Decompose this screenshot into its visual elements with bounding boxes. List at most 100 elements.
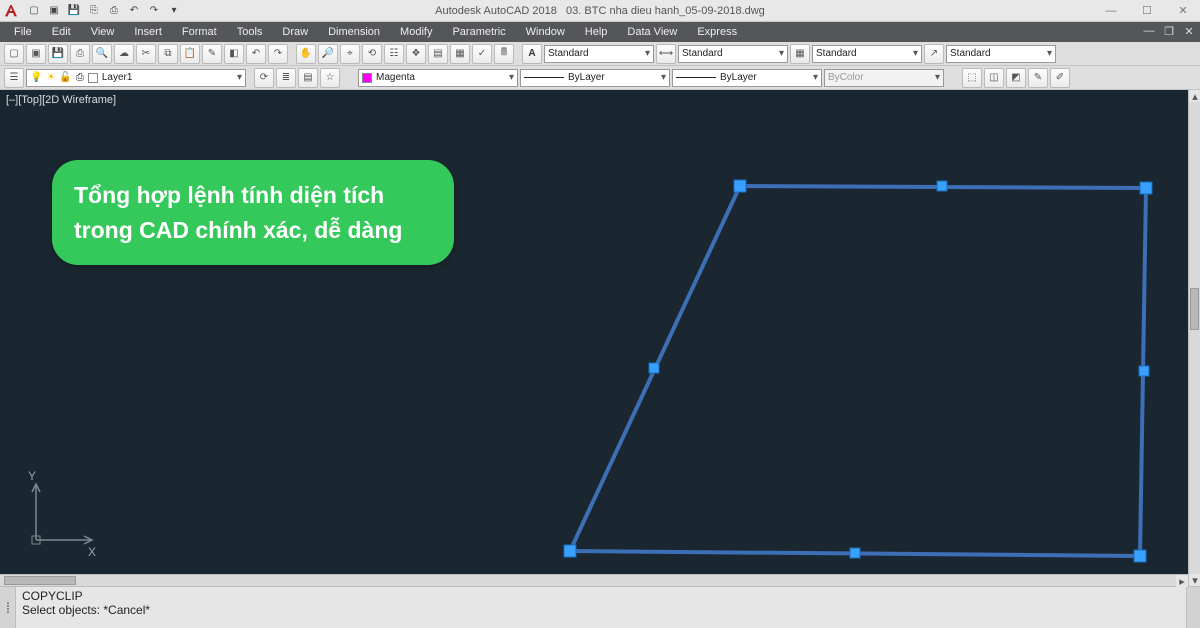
linetype-value: ByLayer [568,72,605,83]
title-bar: ▢ ▣ 💾 ⎘ ⎙ ↶ ↷ ▾ Autodesk AutoCAD 2018 03… [0,0,1200,22]
tool-zoomprev-icon[interactable]: ⟲ [362,44,382,64]
tool-markup-icon[interactable]: ✓ [472,44,492,64]
menu-parametric[interactable]: Parametric [442,22,515,42]
layer-state-icon[interactable]: ▤ [298,68,318,88]
tool-zoomwin-icon[interactable]: ⌖ [340,44,360,64]
ucs-icon: Y X [28,470,108,560]
tool-zoom-icon[interactable]: 🔎 [318,44,338,64]
scroll-down-icon[interactable]: ▾ [1189,574,1200,586]
tool-new-icon[interactable]: ▢ [4,44,24,64]
close-button[interactable]: ✕ [1166,1,1200,21]
menu-view[interactable]: View [81,22,125,42]
menu-format[interactable]: Format [172,22,227,42]
menu-draw[interactable]: Draw [272,22,318,42]
tool-undo-icon[interactable]: ↶ [246,44,266,64]
tool-publish-icon[interactable]: ☁ [114,44,134,64]
drawing-area-wrapper: [–][Top][2D Wireframe] polyline-selectio… [0,90,1200,586]
tool-properties-icon[interactable]: ☷ [384,44,404,64]
text-style-combo[interactable]: Standard▾ [544,45,654,63]
dim-style-button[interactable]: ⟷ [656,44,676,64]
plot-icon: ⎙ [76,72,84,83]
horizontal-scrollbar[interactable]: ▸ [0,574,1188,586]
menu-dataview[interactable]: Data View [617,22,687,42]
layer-iso-icon[interactable]: ☆ [320,68,340,88]
menu-express[interactable]: Express [687,22,747,42]
color-combo[interactable]: Magenta ▾ [358,69,518,87]
tool-print-icon[interactable]: ⎙ [70,44,90,64]
tool-calc-icon[interactable]: 🖩 [494,44,514,64]
toolbar-row-2: ☰ 💡 ☀ 🔓 ⎙ Layer1 ▾ ⟳ ≣ ▤ ☆ Magenta ▾ ByL… [0,66,1200,90]
command-scrollbar[interactable] [1186,587,1200,628]
menu-dimension[interactable]: Dimension [318,22,390,42]
plotstyle-combo[interactable]: ByColor ▾ [824,69,944,87]
color-swatch-icon [362,73,372,83]
menu-file[interactable]: File [4,22,42,42]
tool-pan-icon[interactable]: ✋ [296,44,316,64]
menu-insert[interactable]: Insert [124,22,172,42]
doc-minimize-icon[interactable]: — [1140,22,1158,40]
open-icon[interactable]: ▣ [46,3,62,19]
linetype-combo[interactable]: ByLayer ▾ [520,69,670,87]
qat-dropdown-icon[interactable]: ▾ [166,3,182,19]
tool-save-icon[interactable]: 💾 [48,44,68,64]
tool-block-icon[interactable]: ◧ [224,44,244,64]
tool-sheet-icon[interactable]: ▦ [450,44,470,64]
lock-icon: 🔓 [59,72,71,83]
edit-block-icon[interactable]: ◩ [1006,68,1026,88]
layer-name-value: Layer1 [102,72,133,83]
vertical-scrollbar[interactable]: ▴ ▾ [1188,90,1200,586]
selected-polyline[interactable]: polyline-selection-grips [530,176,1180,596]
lineweight-combo[interactable]: ByLayer ▾ [672,69,822,87]
dim-style-combo[interactable]: Standard▾ [678,45,788,63]
undo-icon[interactable]: ↶ [126,3,142,19]
table-style-button[interactable]: ▦ [790,44,810,64]
scroll-up-icon[interactable]: ▴ [1189,90,1200,102]
doc-restore-icon[interactable]: ❐ [1160,22,1178,40]
scroll-right-icon[interactable]: ▸ [1176,575,1188,587]
tool-match-icon[interactable]: ✎ [202,44,222,64]
drawing-canvas[interactable]: [–][Top][2D Wireframe] polyline-selectio… [0,90,1200,586]
dim-style-value: Standard [682,48,723,59]
menu-modify[interactable]: Modify [390,22,442,42]
menu-window[interactable]: Window [516,22,575,42]
doc-close-icon[interactable]: ✕ [1180,22,1198,40]
tool-copy-icon[interactable]: ⧉ [158,44,178,64]
vscroll-thumb[interactable] [1190,288,1199,330]
tool-open-icon[interactable]: ▣ [26,44,46,64]
layer-combo[interactable]: 💡 ☀ 🔓 ⎙ Layer1 ▾ [26,69,246,87]
menu-bar: File Edit View Insert Format Tools Draw … [0,22,1200,42]
edit-attr-icon[interactable]: ✎ [1028,68,1048,88]
minimize-button[interactable]: — [1094,1,1128,21]
command-handle-icon[interactable] [0,587,16,628]
mleader-style-value: Standard [950,48,991,59]
tool-preview-icon[interactable]: 🔍 [92,44,112,64]
tool-redo-icon[interactable]: ↷ [268,44,288,64]
toolbar-row-1: ▢ ▣ 💾 ⎙ 🔍 ☁ ✂ ⧉ 📋 ✎ ◧ ↶ ↷ ✋ 🔎 ⌖ ⟲ ☷ ❖ ▤ … [0,42,1200,66]
tool-designcenter-icon[interactable]: ❖ [406,44,426,64]
maximize-button[interactable]: ☐ [1130,1,1164,21]
hscroll-thumb[interactable] [4,576,76,585]
saveas-icon[interactable]: ⎘ [86,3,102,19]
single-attr-icon[interactable]: ✐ [1050,68,1070,88]
table-style-combo[interactable]: Standard▾ [812,45,922,63]
redo-icon[interactable]: ↷ [146,3,162,19]
layer-match-icon[interactable]: ≣ [276,68,296,88]
menu-edit[interactable]: Edit [42,22,81,42]
mleader-style-button[interactable]: ↗ [924,44,944,64]
menu-tools[interactable]: Tools [227,22,273,42]
save-icon[interactable]: 💾 [66,3,82,19]
view-label[interactable]: [–][Top][2D Wireframe] [6,94,116,106]
mleader-style-combo[interactable]: Standard▾ [946,45,1056,63]
new-icon[interactable]: ▢ [26,3,42,19]
print-icon[interactable]: ⎙ [106,3,122,19]
tool-cut-icon[interactable]: ✂ [136,44,156,64]
tool-paste-icon[interactable]: 📋 [180,44,200,64]
create-block-icon[interactable]: ◫ [984,68,1004,88]
lineweight-preview-icon [676,77,716,78]
layer-previous-icon[interactable]: ⟳ [254,68,274,88]
insert-block-icon[interactable]: ⬚ [962,68,982,88]
text-style-button[interactable]: A [522,44,542,64]
tool-palettes-icon[interactable]: ▤ [428,44,448,64]
layer-manager-icon[interactable]: ☰ [4,68,24,88]
menu-help[interactable]: Help [575,22,618,42]
